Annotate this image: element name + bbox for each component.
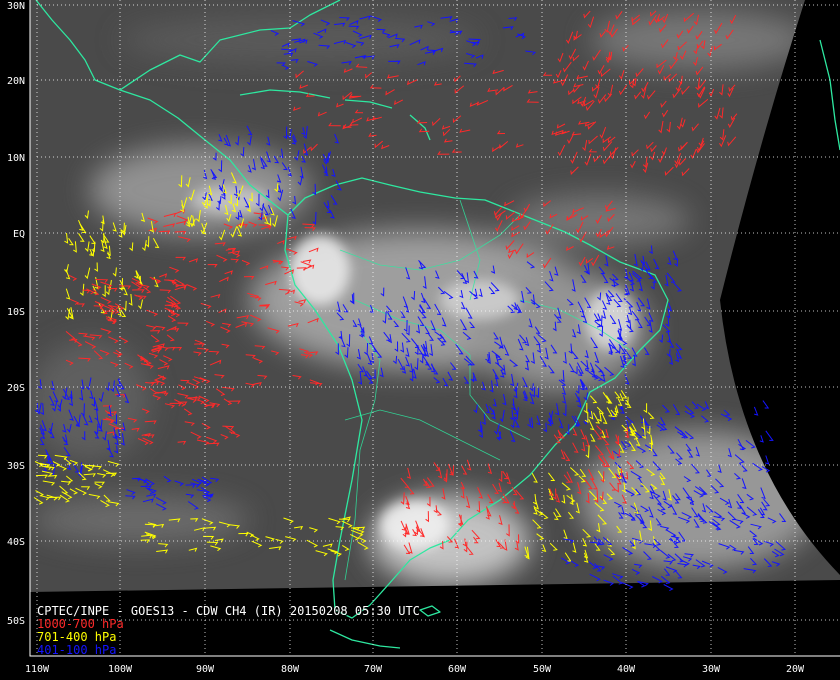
latitude-label: EQ [13,229,25,240]
tierra-del-fuego [329,629,401,649]
legend-low-level: 1000-700 hPa [37,617,124,631]
wind-vector-map: 110W 100W 90W 80W 70W 60W 50W 40W 30W 20W 30N 20N 10… [7,0,840,675]
longitude-label: 30W [702,664,721,675]
longitude-label: 50W [533,664,552,675]
satellite-image-viewer: 110W 100W 90W 80W 70W 60W 50W 40W 30W 20W 30N 20N 10… [0,0,840,680]
longitude-label: 90W [196,664,215,675]
longitude-label: 100W [108,664,133,675]
image-title: CPTEC/INPE - GOES13 - CDW CH4 (IR) 20150… [37,604,420,618]
wind-barb [765,455,770,465]
africa-coastline [819,39,840,151]
latitude-label: 30N [7,1,25,12]
malvinas [419,605,441,617]
wind-barb [765,430,774,441]
latitude-label: 50S [7,616,25,627]
longitude-label: 70W [364,664,383,675]
longitude-label: 110W [25,664,50,675]
latitude-label: 40S [7,537,25,548]
legend-high-level: 401-100 hPa [37,643,117,657]
longitude-label: 20W [786,664,805,675]
longitude-label: 80W [281,664,300,675]
latitude-label: 30S [7,461,25,472]
latitude-label: 10S [7,307,25,318]
longitude-label: 60W [448,664,467,675]
wind-barb [759,435,764,443]
ir-imagery [30,0,840,592]
wind-barb [621,581,634,590]
latitude-label: 20N [7,76,25,87]
wind-barb [663,584,674,592]
wind-barb [753,406,759,416]
wind-barb [762,400,770,409]
latitude-label: 20S [7,383,25,394]
longitude-label: 40W [617,664,636,675]
legend-mid-level: 701-400 hPa [37,630,117,644]
latitude-label: 10N [7,153,25,164]
